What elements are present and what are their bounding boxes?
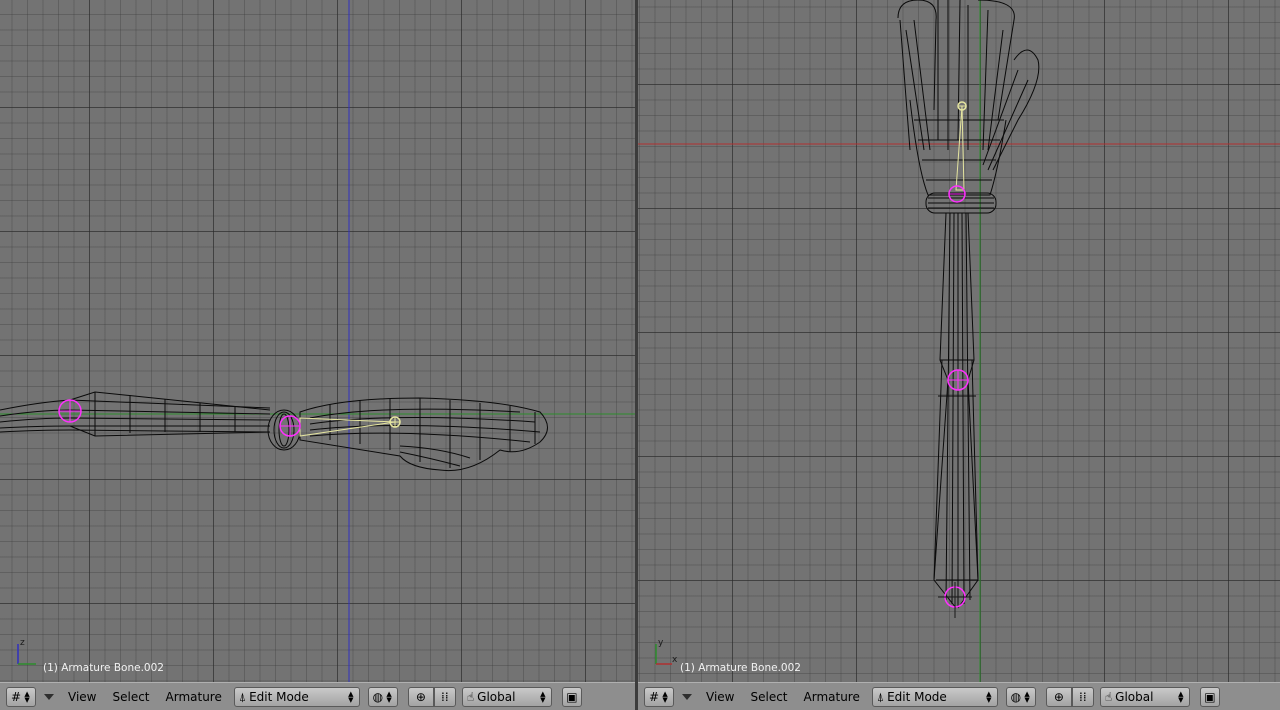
axis-widget-left: z bbox=[17, 638, 36, 665]
object-label-right: (1) Armature Bone.002 bbox=[680, 662, 801, 674]
orientation-select-label: Global bbox=[477, 689, 516, 704]
pivot-button[interactable]: ⊕ bbox=[407, 686, 434, 707]
axis-label-x: x bbox=[672, 655, 678, 665]
hand-icon: ☝ bbox=[466, 689, 475, 704]
menu-armature[interactable]: Armature bbox=[158, 690, 230, 704]
header-right: # ▲ ▼ View Select Armature ⍋ Edit Mode ▲ ▼ … bbox=[638, 682, 1280, 710]
mode-select-label: Edit Mode bbox=[249, 689, 309, 704]
axis-widget-right: y x bbox=[655, 638, 678, 665]
menu-armature[interactable]: Armature bbox=[796, 690, 868, 704]
axis-label-y: y bbox=[658, 638, 664, 648]
render-preview-button[interactable]: ▣ bbox=[561, 686, 582, 707]
axis-label-z: z bbox=[20, 638, 25, 648]
draw-type-button[interactable]: ◍ ▲ ▼ bbox=[1005, 686, 1036, 707]
header-left: # ▲ ▼ View Select Armature ⍋ Edit Mode ▲ ▼ … bbox=[0, 682, 635, 710]
collapse-menu-icon[interactable] bbox=[682, 693, 692, 700]
grid-icon: # bbox=[648, 689, 660, 704]
orientation-select[interactable]: ☝ Global ▲ ▼ bbox=[461, 686, 552, 707]
updown-icon: ▲ ▼ bbox=[1024, 689, 1030, 704]
bone-selected-right bbox=[955, 105, 965, 191]
render-preview-button[interactable]: ▣ bbox=[1199, 686, 1220, 707]
manipulator-button[interactable]: ⁞⁞ bbox=[1071, 686, 1094, 707]
arm-mesh-right bbox=[897, 0, 1040, 609]
armature-icon: ⍋ bbox=[238, 689, 247, 704]
collapse-menu-icon[interactable] bbox=[44, 693, 54, 700]
viewport-right[interactable]: y x (1) Armature Bone.002 bbox=[638, 0, 1280, 682]
mode-select-label: Edit Mode bbox=[887, 689, 947, 704]
menu-view[interactable]: View bbox=[698, 690, 742, 704]
mode-select[interactable]: ⍋ Edit Mode ▲ ▼ bbox=[233, 686, 360, 707]
menu-view[interactable]: View bbox=[60, 690, 104, 704]
sphere-wire-icon: ◍ bbox=[1010, 689, 1022, 704]
updown-icon: ▲ ▼ bbox=[24, 689, 30, 704]
object-label-left: (1) Armature Bone.002 bbox=[43, 662, 164, 674]
viewport-left[interactable]: z (1) Armature Bone.002 bbox=[0, 0, 635, 682]
manipulator-icon: ⁞⁞ bbox=[1079, 689, 1087, 704]
draw-type-button[interactable]: ◍ ▲ ▼ bbox=[367, 686, 398, 707]
scene-right bbox=[638, 0, 1280, 682]
orientation-select-label: Global bbox=[1115, 689, 1154, 704]
updown-icon: ▲ ▼ bbox=[540, 689, 546, 704]
crosshair-icon: ⊕ bbox=[415, 689, 426, 704]
manipulator-icon: ⁞⁞ bbox=[441, 689, 449, 704]
updown-icon: ▲ ▼ bbox=[986, 689, 992, 704]
updown-icon: ▲ ▼ bbox=[662, 689, 668, 704]
render-icon: ▣ bbox=[566, 689, 578, 704]
menu-select[interactable]: Select bbox=[104, 690, 157, 704]
crosshair-icon: ⊕ bbox=[1053, 689, 1064, 704]
manipulator-button[interactable]: ⁞⁞ bbox=[433, 686, 456, 707]
render-icon: ▣ bbox=[1204, 689, 1216, 704]
armature-icon: ⍋ bbox=[876, 689, 885, 704]
hand-icon: ☝ bbox=[1104, 689, 1113, 704]
updown-icon: ▲ ▼ bbox=[1178, 689, 1184, 704]
updown-icon: ▲ ▼ bbox=[386, 689, 392, 704]
arm-mesh-left bbox=[0, 391, 548, 472]
menu-select[interactable]: Select bbox=[742, 690, 795, 704]
window-type-button[interactable]: # ▲ ▼ bbox=[644, 686, 674, 707]
sphere-wire-icon: ◍ bbox=[372, 689, 384, 704]
orientation-select[interactable]: ☝ Global ▲ ▼ bbox=[1099, 686, 1190, 707]
updown-icon: ▲ ▼ bbox=[348, 689, 354, 704]
scene-left bbox=[0, 0, 635, 682]
mode-select[interactable]: ⍋ Edit Mode ▲ ▼ bbox=[871, 686, 998, 707]
window-type-button[interactable]: # ▲ ▼ bbox=[6, 686, 36, 707]
pivot-button[interactable]: ⊕ bbox=[1045, 686, 1072, 707]
grid-icon: # bbox=[10, 689, 22, 704]
